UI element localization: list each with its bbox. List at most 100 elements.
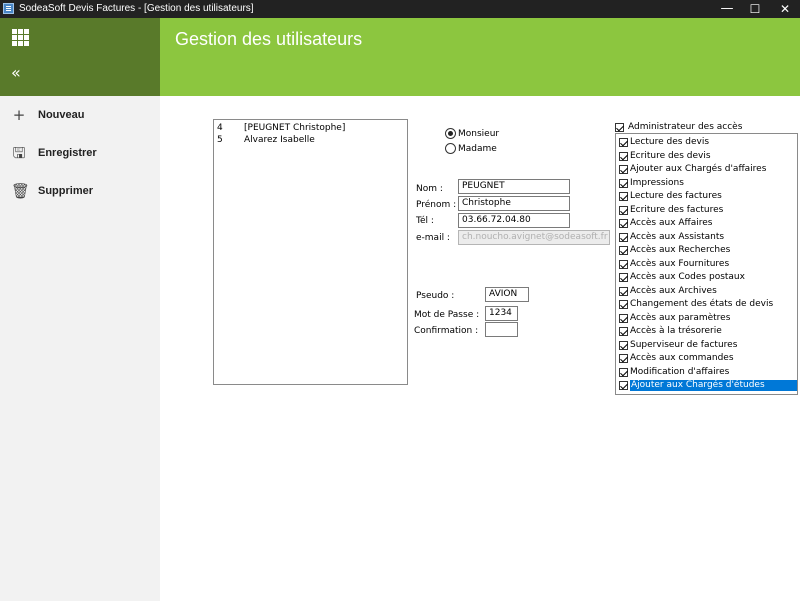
right-label: Ajouter aux Chargés d'affaires <box>630 164 767 174</box>
right-item[interactable]: Ajouter aux Chargés d'affaires <box>617 163 797 176</box>
right-item[interactable]: Accès aux Codes postaux <box>617 271 797 284</box>
confirm-field[interactable] <box>485 322 518 337</box>
minimize-button[interactable]: — <box>712 0 742 18</box>
right-checkbox[interactable] <box>619 381 628 390</box>
email-label: e-mail : <box>416 233 450 243</box>
admin-label: Administrateur des accès <box>628 122 743 132</box>
right-checkbox[interactable] <box>619 313 628 323</box>
right-label: Accès à la trésorerie <box>630 326 722 336</box>
list-item[interactable]: 4 [PEUGNET Christophe] <box>216 122 405 134</box>
right-label: Accès aux Assistants <box>630 231 725 242</box>
nom-label: Nom : <box>416 184 443 194</box>
sidebar: + Nouveau 🖫 Enregistrer 🗑 Supprimer <box>0 96 160 601</box>
right-checkbox[interactable] <box>619 259 628 269</box>
right-item[interactable]: Changement des états de devis <box>617 298 797 311</box>
pseudo-label: Pseudo : <box>416 291 455 301</box>
right-checkbox[interactable] <box>619 192 628 201</box>
right-checkbox[interactable] <box>619 300 628 309</box>
right-label: Accès aux Affaires <box>630 218 713 228</box>
right-checkbox[interactable] <box>619 165 628 174</box>
right-checkbox[interactable] <box>619 286 628 296</box>
right-item[interactable]: Accès aux paramètres <box>617 312 797 325</box>
right-label: Accès aux Recherches <box>630 245 731 255</box>
page-title: Gestion des utilisateurs <box>175 29 363 49</box>
right-item[interactable]: Accès aux Recherches <box>617 244 797 257</box>
plus-icon: + <box>12 106 26 124</box>
madame-radio[interactable] <box>445 143 456 154</box>
prenom-label: Prénom : <box>416 200 457 210</box>
right-label: Lecture des devis <box>630 137 710 147</box>
save-button[interactable]: 🖫 Enregistrer <box>0 137 160 167</box>
prenom-field[interactable]: Christophe <box>458 196 570 211</box>
right-item[interactable]: Lecture des factures <box>617 190 797 203</box>
list-item[interactable]: 5 Alvarez Isabelle <box>216 134 405 146</box>
sidebar-header: « <box>0 18 160 96</box>
nom-field[interactable]: PEUGNET <box>458 179 570 194</box>
collapse-sidebar-icon[interactable]: « <box>11 65 21 81</box>
monsieur-radio[interactable] <box>445 128 456 139</box>
admin-checkbox[interactable] <box>615 123 624 132</box>
right-item[interactable]: Accès aux Archives <box>617 285 797 298</box>
password-field[interactable]: 1234 <box>485 306 518 321</box>
right-item[interactable]: Modification d'affaires <box>617 366 797 379</box>
title-bar: SodeaSoft Devis Factures - [Gestion des … <box>0 0 800 18</box>
user-id: 5 <box>217 135 223 145</box>
right-item[interactable]: Accès aux commandes <box>617 352 797 365</box>
right-checkbox[interactable] <box>619 178 628 188</box>
delete-button[interactable]: 🗑 Supprimer <box>0 175 160 205</box>
page-header: Gestion des utilisateurs <box>160 18 800 96</box>
right-checkbox[interactable] <box>619 151 628 161</box>
confirm-label: Confirmation : <box>414 326 479 336</box>
new-button[interactable]: + Nouveau <box>0 99 160 129</box>
right-label: Ecriture des devis <box>630 150 711 161</box>
right-checkbox[interactable] <box>619 246 628 255</box>
right-checkbox[interactable] <box>619 367 628 377</box>
madame-label: Madame <box>458 144 497 154</box>
pseudo-field[interactable]: AVION <box>485 287 529 302</box>
tel-label: Tél : <box>416 216 434 226</box>
right-item-selected[interactable]: Ajouter aux Chargés d'études <box>617 379 797 392</box>
right-label: Accès aux Fournitures <box>630 258 730 269</box>
right-item[interactable]: Ecriture des factures <box>617 204 797 217</box>
save-label: Enregistrer <box>38 147 97 159</box>
right-label: Ecriture des factures <box>630 204 724 215</box>
right-checkbox[interactable] <box>619 205 628 215</box>
right-label: Impressions <box>630 177 684 188</box>
close-button[interactable]: ✕ <box>770 0 800 18</box>
right-checkbox[interactable] <box>619 273 628 282</box>
right-label: Accès aux Archives <box>630 285 717 296</box>
right-label: Ajouter aux Chargés d'études <box>630 380 797 391</box>
right-checkbox[interactable] <box>619 340 628 350</box>
user-name: Alvarez Isabelle <box>244 135 315 145</box>
tel-field[interactable]: 03.66.72.04.80 <box>458 213 570 228</box>
right-item[interactable]: Superviseur de factures <box>617 339 797 352</box>
rights-list[interactable]: Lecture des devis Ecriture des devis Ajo… <box>615 133 798 395</box>
apps-grid-icon[interactable] <box>12 29 29 46</box>
right-item[interactable]: Accès aux Assistants <box>617 231 797 244</box>
right-checkbox[interactable] <box>619 138 628 147</box>
right-label: Superviseur de factures <box>630 339 738 350</box>
right-item[interactable]: Ecriture des devis <box>617 150 797 163</box>
right-item[interactable]: Impressions <box>617 177 797 190</box>
maximize-button[interactable]: ☐ <box>740 0 770 18</box>
user-list[interactable]: 4 [PEUGNET Christophe] 5 Alvarez Isabell… <box>213 119 408 385</box>
right-item[interactable]: Accès aux Fournitures <box>617 258 797 271</box>
right-label: Accès aux commandes <box>630 353 734 363</box>
right-item[interactable]: Lecture des devis <box>617 136 797 149</box>
right-label: Accès aux Codes postaux <box>630 272 745 282</box>
right-item[interactable]: Accès à la trésorerie <box>617 325 797 338</box>
trash-icon: 🗑 <box>11 182 31 200</box>
right-item[interactable]: Accès aux Affaires <box>617 217 797 230</box>
app-icon <box>3 3 14 14</box>
user-name: [PEUGNET Christophe] <box>244 123 346 133</box>
email-field[interactable]: ch.noucho.avignet@sodeasoft.fr <box>458 230 610 245</box>
right-checkbox[interactable] <box>619 219 628 228</box>
right-checkbox[interactable] <box>619 232 628 242</box>
right-label: Modification d'affaires <box>630 366 730 377</box>
right-checkbox[interactable] <box>619 327 628 336</box>
right-label: Changement des états de devis <box>630 299 774 309</box>
right-checkbox[interactable] <box>619 354 628 363</box>
monsieur-label: Monsieur <box>458 129 500 139</box>
user-id: 4 <box>217 123 223 133</box>
save-icon: 🖫 <box>12 144 26 162</box>
